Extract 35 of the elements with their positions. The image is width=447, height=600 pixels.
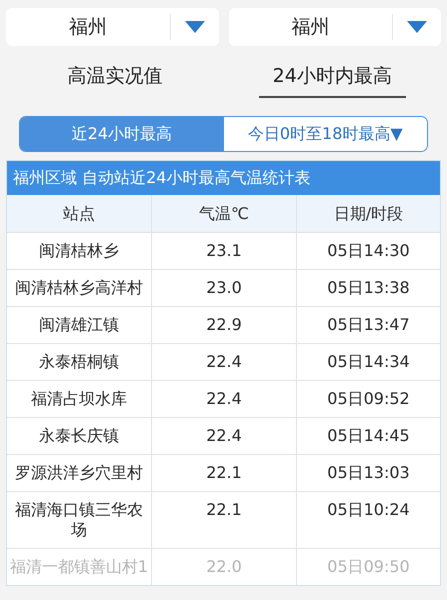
table-cell: 22.4 — [206, 352, 242, 372]
table-cell: 永泰梧桐镇 — [39, 352, 119, 372]
tab[interactable]: 高温实况值 — [53, 62, 176, 98]
table-cell: 05日13:47 — [327, 315, 410, 335]
table-cell: 05日09:52 — [327, 389, 410, 409]
table-cell: 05日14:45 — [327, 426, 410, 446]
table-cell: 05日14:30 — [327, 241, 410, 261]
table-cell: 05日14:34 — [327, 352, 410, 372]
region-dropdown[interactable]: 福州 — [6, 8, 218, 46]
table-title: 福州区域 自动站近24小时最高气温统计表 — [7, 161, 440, 195]
table-cell: 23.0 — [206, 278, 242, 298]
column-header: 日期/时段 — [332, 202, 404, 224]
table-cell: 闽清桔林乡 — [39, 241, 119, 261]
table-cell: 22.1 — [206, 463, 242, 483]
region-dropdown[interactable]: 福州 — [228, 8, 441, 46]
table-cell: 05日10:24 — [327, 500, 410, 520]
dropdown-caret-icon — [184, 21, 204, 33]
table-cell: 罗源洪洋乡穴里村 — [15, 463, 143, 483]
table-cell: 22.1 — [206, 500, 242, 520]
table-cell: 05日13:03 — [327, 463, 410, 483]
table-cell: 闽清桔林乡高洋村 — [15, 278, 143, 298]
table-cell: 福清占坝水库 — [31, 389, 127, 409]
table-cell: 05日09:50 — [327, 557, 410, 577]
tab[interactable]: 24小时内最高 — [258, 62, 406, 98]
table-cell: 22.9 — [206, 315, 242, 335]
table-cell: 22.4 — [206, 389, 242, 409]
table-cell: 05日13:38 — [327, 278, 410, 298]
dropdown-caret-icon — [407, 21, 427, 33]
table-cell: 22.0 — [206, 557, 242, 577]
table-cell: 永泰长庆镇 — [39, 426, 119, 446]
table-cell: 福清一都镇善山村1 — [10, 557, 148, 577]
table-cell: 22.4 — [206, 426, 242, 446]
table-cell: 23.1 — [206, 241, 242, 261]
table-cell: 闽清雄江镇 — [39, 315, 119, 335]
table-cell-text: 福清海口镇三华农场 — [14, 500, 144, 540]
